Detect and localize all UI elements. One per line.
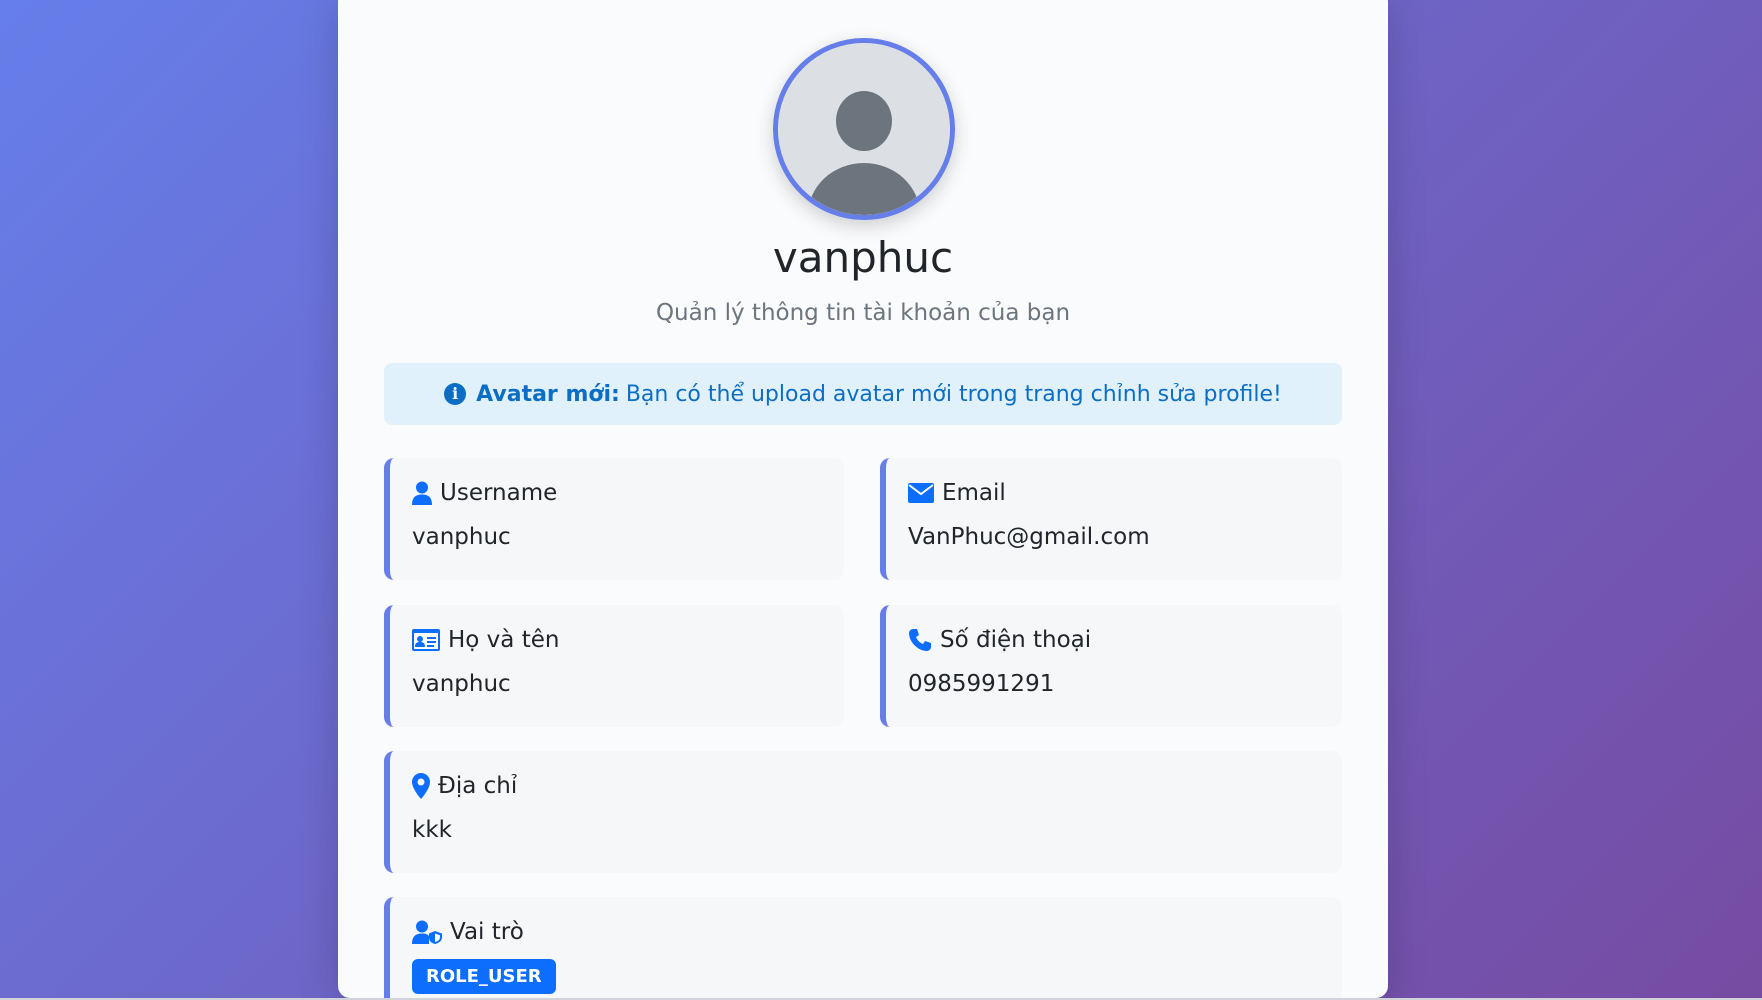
phone-icon [908, 628, 932, 652]
avatar [773, 38, 955, 220]
role-badge: ROLE_USER [412, 959, 556, 994]
alert-strong: Avatar mới: [476, 381, 620, 407]
field-label: Email [942, 480, 1006, 506]
id-card-icon [412, 629, 440, 651]
field-label: Họ và tên [448, 627, 560, 653]
field-value: kkk [412, 817, 452, 843]
default-avatar-icon [778, 43, 950, 215]
user-shield-icon [412, 920, 442, 944]
field-label: Số điện thoại [940, 627, 1092, 653]
profile-card: vanphuc Quản lý thông tin tài khoản của … [338, 0, 1388, 998]
field-role: Vai trò ROLE_USER [384, 897, 1342, 998]
field-label: Vai trò [450, 919, 524, 945]
field-label: Username [440, 480, 558, 506]
profile-subtitle: Quản lý thông tin tài khoản của bạn [655, 300, 1071, 326]
avatar-info-alert: i Avatar mới: Bạn có thể upload avatar m… [384, 363, 1342, 425]
map-marker-icon [412, 773, 430, 799]
field-value: 0985991291 [908, 671, 1055, 697]
field-value: vanphuc [412, 671, 511, 697]
field-value: vanphuc [412, 524, 511, 550]
profile-name: vanphuc [772, 233, 954, 282]
field-username: Username vanphuc [384, 458, 844, 580]
envelope-icon [908, 483, 934, 503]
field-email: Email VanPhuc@gmail.com [880, 458, 1342, 580]
info-circle-icon: i [444, 383, 467, 405]
field-fullname: Họ và tên vanphuc [384, 605, 844, 727]
alert-message: Bạn có thể upload avatar mới trong trang… [625, 381, 1282, 407]
field-label: Địa chỉ [438, 773, 518, 799]
field-value: VanPhuc@gmail.com [908, 524, 1150, 550]
field-phone: Số điện thoại 0985991291 [880, 605, 1342, 727]
user-icon [412, 481, 432, 505]
field-address: Địa chỉ kkk [384, 751, 1342, 873]
